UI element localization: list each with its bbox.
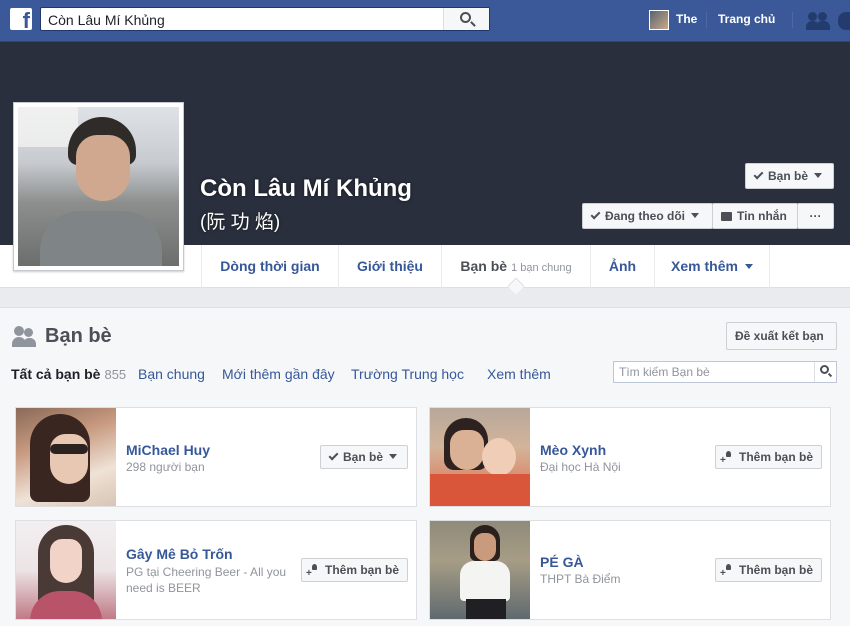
tab-photos[interactable]: Ảnh bbox=[590, 245, 654, 288]
friend-card: PÉ GÀ THPT Bà Điểm Thêm bạn bè bbox=[429, 520, 831, 620]
profile-photo bbox=[18, 107, 179, 266]
message-icon bbox=[721, 212, 732, 221]
add-friend-button[interactable]: Thêm bạn bè bbox=[301, 558, 408, 585]
friend-button-label: Bạn bè bbox=[343, 450, 384, 464]
friend-name[interactable]: Gây Mê Bỏ Trốn bbox=[126, 546, 233, 562]
friend-requests-icon[interactable] bbox=[806, 11, 830, 31]
friend-count: 855 bbox=[104, 367, 127, 382]
chevron-down-icon bbox=[389, 454, 398, 459]
profile-name[interactable]: Còn Lâu Mí Khủng bbox=[200, 175, 412, 203]
friends-icon bbox=[12, 326, 36, 348]
friend-name[interactable]: Mèo Xynh bbox=[540, 442, 606, 458]
subnav-label: Tất cả bạn bè bbox=[11, 366, 101, 382]
friend-status-button[interactable]: Bạn bè bbox=[320, 445, 408, 469]
friend-meta: THPT Bà Điểm bbox=[540, 572, 621, 586]
message-label: Tin nhắn bbox=[737, 209, 787, 223]
facebook-logo-icon[interactable]: f bbox=[10, 8, 32, 30]
add-friend-label: Thêm bạn bè bbox=[739, 563, 814, 577]
mutual-friends-count: 1 bạn chung bbox=[511, 262, 572, 274]
notifications-icon[interactable] bbox=[838, 12, 850, 30]
top-navigation-bar: f Còn Lâu Mí Khủng The Trang chủ bbox=[0, 0, 850, 42]
friend-status-button[interactable]: Bạn bè bbox=[745, 163, 834, 189]
tab-label: Xem thêm bbox=[671, 258, 738, 274]
chevron-down-icon bbox=[691, 213, 699, 218]
friends-search-input[interactable] bbox=[614, 362, 814, 382]
friend-photo[interactable] bbox=[16, 408, 116, 506]
friend-status-label: Bạn bè bbox=[768, 169, 809, 183]
friend-meta: Đại học Hà Nội bbox=[540, 460, 621, 474]
more-options-icon: ··· bbox=[809, 209, 822, 223]
add-friend-icon bbox=[720, 450, 733, 472]
friend-name[interactable]: PÉ GÀ bbox=[540, 554, 584, 570]
friend-name[interactable]: MiChael Huy bbox=[126, 442, 210, 458]
add-friend-icon bbox=[306, 563, 319, 585]
message-button[interactable]: Tin nhắn bbox=[712, 203, 798, 229]
subnav-recently-added[interactable]: Mới thêm gần đây bbox=[222, 366, 335, 382]
user-avatar[interactable] bbox=[649, 10, 669, 30]
friends-search-button[interactable] bbox=[814, 362, 836, 382]
friend-photo[interactable] bbox=[430, 408, 530, 506]
home-link[interactable]: Trang chủ bbox=[718, 12, 775, 26]
divider bbox=[792, 12, 793, 28]
divider bbox=[706, 12, 707, 28]
global-search-input[interactable]: Còn Lâu Mí Khủng bbox=[48, 12, 165, 28]
following-label: Đang theo dõi bbox=[605, 209, 685, 223]
profile-alternate-name: (阮 功 焰) bbox=[200, 212, 281, 233]
chevron-down-icon bbox=[744, 264, 753, 269]
check-icon bbox=[328, 450, 339, 461]
add-friend-button[interactable]: Thêm bạn bè bbox=[715, 445, 822, 472]
tab-label: Dòng thời gian bbox=[220, 258, 320, 274]
more-options-button[interactable]: ··· bbox=[797, 203, 834, 229]
friend-card: MiChael Huy 298 người bạn Bạn bè bbox=[15, 407, 417, 507]
subnav-see-more[interactable]: Xem thêm bbox=[487, 366, 551, 382]
friend-photo[interactable] bbox=[16, 521, 116, 619]
profile-picture[interactable] bbox=[13, 102, 184, 271]
search-icon bbox=[460, 12, 471, 23]
search-icon bbox=[820, 365, 829, 374]
tab-about[interactable]: Giới thiệu bbox=[338, 245, 441, 288]
tab-timeline[interactable]: Dòng thời gian bbox=[201, 245, 338, 288]
subnav-mutual-friends[interactable]: Bạn chung bbox=[138, 366, 205, 382]
chevron-down-icon bbox=[814, 173, 823, 178]
friends-search bbox=[613, 361, 837, 383]
add-friend-label: Thêm bạn bè bbox=[325, 563, 400, 577]
tab-label: Giới thiệu bbox=[357, 258, 423, 274]
friends-section-title: Bạn bè bbox=[45, 325, 112, 347]
add-friend-icon bbox=[720, 563, 733, 585]
global-search[interactable]: Còn Lâu Mí Khủng bbox=[40, 7, 490, 31]
friend-photo[interactable] bbox=[430, 521, 530, 619]
add-friend-button[interactable]: Thêm bạn bè bbox=[715, 558, 822, 585]
friend-meta: PG tại Cheering Beer - All you need is B… bbox=[126, 565, 287, 595]
suggest-friends-button[interactable]: Đề xuất kết bạn bbox=[726, 322, 837, 350]
user-name-link[interactable]: The bbox=[676, 12, 697, 26]
friend-card: Mèo Xynh Đại học Hà Nội Thêm bạn bè bbox=[429, 407, 831, 507]
tab-label: Bạn bè bbox=[460, 258, 508, 274]
following-button[interactable]: Đang theo dõi bbox=[582, 203, 713, 229]
tab-more[interactable]: Xem thêm bbox=[654, 245, 770, 288]
add-friend-label: Thêm bạn bè bbox=[739, 450, 814, 464]
check-icon bbox=[590, 209, 601, 220]
subnav-all-friends[interactable]: Tất cả bạn bè 855 bbox=[11, 366, 126, 382]
search-button[interactable] bbox=[443, 8, 489, 30]
friend-card: Gây Mê Bỏ Trốn PG tại Cheering Beer - Al… bbox=[15, 520, 417, 620]
check-icon bbox=[753, 169, 764, 180]
subnav-high-school[interactable]: Trường Trung học bbox=[351, 366, 464, 382]
tab-label: Ảnh bbox=[608, 258, 637, 274]
friend-meta: 298 người bạn bbox=[126, 460, 205, 474]
